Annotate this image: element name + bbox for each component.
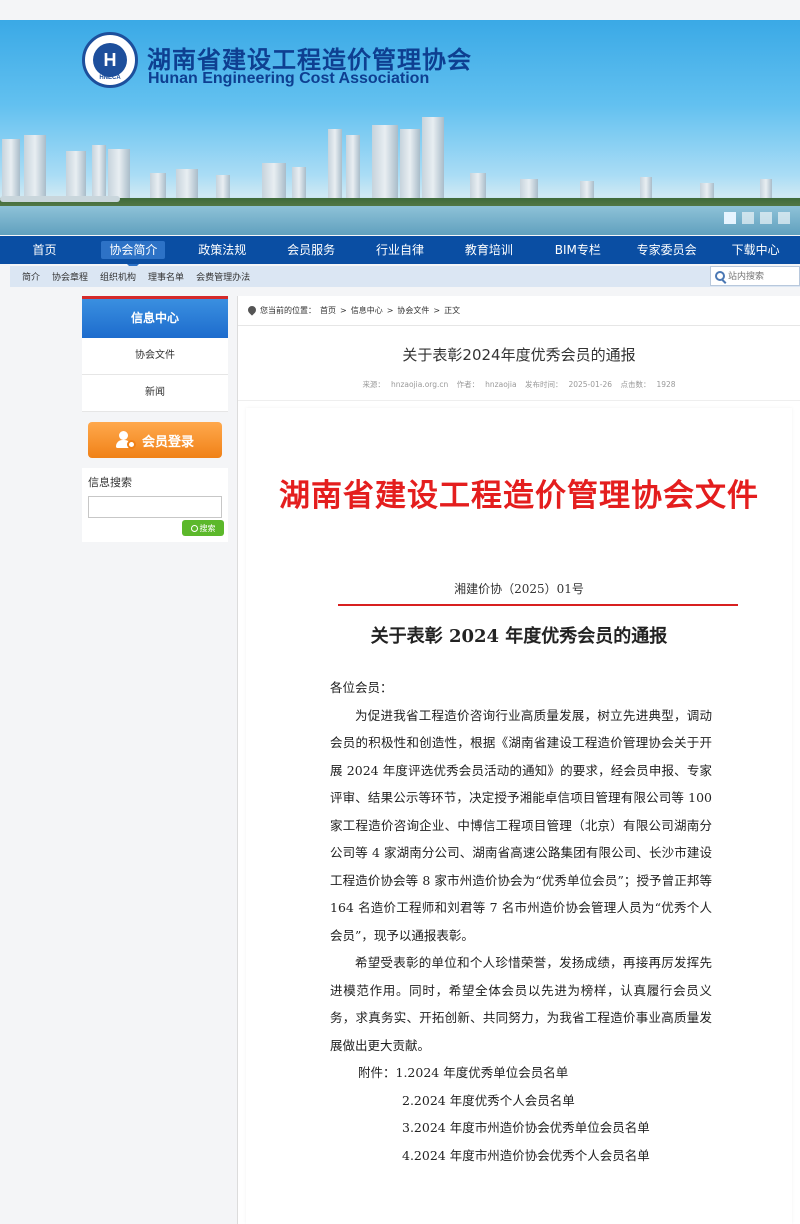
member-login-label: 会员登录 bbox=[141, 434, 194, 450]
info-search-panel: 信息搜索 搜索 bbox=[82, 468, 228, 542]
org-name-en: Hunan Engineering Cost Association bbox=[148, 70, 430, 87]
article-views: 1928 bbox=[656, 380, 676, 389]
nav-item-bim[interactable]: BIM专栏 bbox=[533, 236, 622, 264]
document-number: 湘建价协（2025）01号 bbox=[454, 582, 584, 596]
breadcrumb-info-center[interactable]: 信息中心 bbox=[351, 305, 383, 316]
subnav-item-fees[interactable]: 会费管理办法 bbox=[196, 270, 250, 283]
nav-item-downloads[interactable]: 下载中心 bbox=[711, 236, 800, 264]
breadcrumb: 您当前的位置： 首页 > 信息中心 > 协会文件 > 正文 bbox=[238, 296, 800, 326]
info-search-button[interactable]: 搜索 bbox=[182, 520, 224, 536]
views-label: 点击数： bbox=[620, 380, 651, 389]
subnav-item-council[interactable]: 理事名单 bbox=[148, 270, 184, 283]
user-check-icon bbox=[115, 431, 136, 449]
slide-dot-1[interactable] bbox=[724, 212, 736, 224]
sidebar-title: 信息中心 bbox=[82, 296, 228, 338]
nav-item-member-service[interactable]: 会员服务 bbox=[267, 236, 356, 264]
nav-item-experts[interactable]: 专家委员会 bbox=[622, 236, 711, 264]
slide-dot-2[interactable] bbox=[742, 212, 754, 224]
article-title: 关于表彰2024年度优秀会员的通报 bbox=[402, 346, 636, 364]
sidebar-item-news[interactable]: 新闻 bbox=[82, 375, 228, 412]
nav-label: 教育培训 bbox=[464, 243, 513, 257]
info-search-title: 信息搜索 bbox=[88, 476, 132, 489]
article-date: 2025-01-26 bbox=[568, 380, 613, 389]
article-meta: 来源： hnzaojia.org.cn 作者： hnzaojia 发布时间： 2025… bbox=[238, 379, 800, 401]
nav-item-about[interactable]: 协会简介 bbox=[89, 236, 178, 270]
paragraph-2: 希望受表彰的单位和个人珍惜荣誉，发扬成绩，再接再厉发挥先进模范作用。同时，希望全… bbox=[330, 955, 712, 1053]
nav-label: 行业自律 bbox=[376, 243, 425, 257]
breadcrumb-separator: > bbox=[433, 306, 441, 315]
nav-item-training[interactable]: 教育培训 bbox=[444, 236, 533, 264]
site-search-input[interactable] bbox=[725, 271, 795, 281]
subnav-item-charter[interactable]: 协会章程 bbox=[52, 270, 88, 283]
main-content: 您当前的位置： 首页 > 信息中心 > 协会文件 > 正文 关于表彰2024年度… bbox=[237, 296, 800, 1224]
main-nav: 首页 协会简介 政策法规 会员服务 行业自律 教育培训 BIM专栏 专家委员会 … bbox=[0, 236, 800, 270]
nav-label: 专家委员会 bbox=[636, 243, 697, 257]
logo-letter: H bbox=[93, 43, 127, 77]
association-logo[interactable]: H HNECA bbox=[82, 32, 138, 88]
article-author: hnzaojia bbox=[485, 380, 517, 389]
breadcrumb-association-docs[interactable]: 协会文件 bbox=[397, 305, 429, 316]
banner-slide-dots bbox=[724, 212, 790, 224]
source-label: 来源： bbox=[362, 380, 385, 389]
attachment-2: 2.2024 年度优秀个人会员名单 bbox=[402, 1092, 575, 1108]
document-red-header: 湖南省建设工程造价管理协会文件 bbox=[279, 478, 759, 514]
article-source: hnzaojia.org.cn bbox=[390, 380, 449, 389]
nav-label: 会员服务 bbox=[287, 243, 336, 257]
info-search-input[interactable] bbox=[88, 496, 222, 518]
nav-label: 首页 bbox=[32, 243, 57, 257]
paragraph-1: 为促进我省工程造价咨询行业高质量发展，树立先进典型，调动会员的积极性和创造性，根… bbox=[330, 707, 712, 943]
red-divider bbox=[338, 604, 738, 606]
nav-label: BIM专栏 bbox=[554, 243, 601, 257]
breadcrumb-home[interactable]: 首页 bbox=[320, 305, 336, 316]
subnav-item-organization[interactable]: 组织机构 bbox=[100, 270, 136, 283]
nav-item-home[interactable]: 首页 bbox=[0, 236, 89, 264]
date-label: 发布时间： bbox=[524, 380, 563, 389]
document-image: 湖南省建设工程造价管理协会文件 湘建价协（2025）01号 关于表彰 2024 … bbox=[246, 408, 792, 1224]
sidebar-item-association-docs[interactable]: 协会文件 bbox=[82, 338, 228, 375]
site-banner: H HNECA 湖南省建设工程造价管理协会 Hunan Engineering … bbox=[0, 20, 800, 235]
document-body: 各位会员： 为促进我省工程造价咨询行业高质量发展，树立先进典型，调动会员的积极性… bbox=[330, 674, 712, 1169]
nav-item-policy[interactable]: 政策法规 bbox=[178, 236, 267, 264]
nav-item-self-discipline[interactable]: 行业自律 bbox=[356, 236, 445, 264]
nav-label: 政策法规 bbox=[198, 243, 247, 257]
attachment-4: 4.2024 年度市州造价协会优秀个人会员名单 bbox=[402, 1147, 650, 1163]
salutation: 各位会员： bbox=[330, 680, 393, 695]
attachment-3: 3.2024 年度市州造价协会优秀单位会员名单 bbox=[402, 1120, 650, 1135]
nav-label: 下载中心 bbox=[731, 243, 780, 257]
breadcrumb-current: 正文 bbox=[444, 306, 461, 315]
slide-dot-3[interactable] bbox=[760, 212, 772, 224]
breadcrumb-prefix: 您当前的位置： bbox=[260, 306, 316, 315]
breadcrumb-separator: > bbox=[386, 306, 394, 315]
nav-label: 协会简介 bbox=[101, 241, 166, 259]
site-search bbox=[710, 266, 800, 286]
logo-ring-text: HNECA bbox=[99, 75, 121, 81]
slide-dot-4[interactable] bbox=[778, 212, 790, 224]
sub-nav: 简介 协会章程 组织机构 理事名单 会费管理办法 bbox=[10, 266, 800, 287]
search-icon[interactable] bbox=[715, 271, 725, 281]
author-label: 作者： bbox=[456, 380, 480, 389]
attachment-1: 附件：1.2024 年度优秀单位会员名单 bbox=[358, 1065, 569, 1080]
breadcrumb-separator: > bbox=[340, 306, 347, 315]
document-title: 关于表彰 2024 年度优秀会员的通报 bbox=[370, 626, 668, 647]
location-pin-icon bbox=[248, 306, 256, 316]
search-button-label: 搜索 bbox=[199, 523, 216, 533]
search-icon bbox=[190, 524, 198, 532]
sidebar: 信息中心 协会文件 新闻 会员登录 信息搜索 搜索 bbox=[82, 296, 228, 542]
subnav-item-intro[interactable]: 简介 bbox=[22, 270, 40, 283]
member-login-button[interactable]: 会员登录 bbox=[88, 422, 222, 458]
